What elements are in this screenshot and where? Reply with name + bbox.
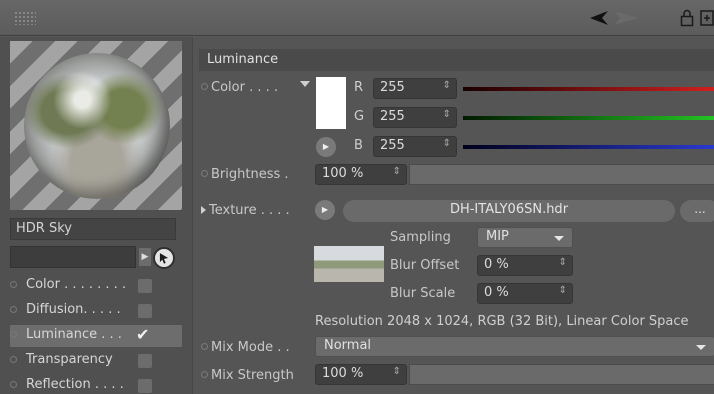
spinner-icon[interactable]: ⇕ xyxy=(559,285,567,296)
channel-color[interactable]: Color . . . . . . . . xyxy=(10,275,182,297)
brightness-label: Brightness . xyxy=(201,167,289,182)
grip-icon[interactable] xyxy=(14,11,36,25)
sampling-label: Sampling xyxy=(390,230,451,245)
material-sphere-preview xyxy=(24,53,170,199)
color-g-slider[interactable] xyxy=(463,116,714,120)
channel-dot xyxy=(10,306,17,313)
spinner-icon[interactable]: ⇕ xyxy=(443,109,451,120)
color-b-slider[interactable] xyxy=(463,145,714,149)
color-b-field[interactable]: 255 ⇕ xyxy=(373,136,457,157)
material-name-field[interactable]: HDR Sky xyxy=(10,218,176,240)
color-mode-button[interactable]: ▶ xyxy=(316,137,336,157)
blur-offset-label: Blur Offset xyxy=(390,258,460,273)
top-bar xyxy=(0,0,714,36)
channel-checkbox[interactable] xyxy=(138,379,152,393)
channel-dot xyxy=(10,356,17,363)
brightness-label-text: Brightness . xyxy=(211,167,289,182)
channel-label: Color . . . . . . . . xyxy=(26,277,127,292)
lock-icon[interactable] xyxy=(680,9,694,27)
chevron-down-icon[interactable] xyxy=(300,81,310,89)
forward-arrow-icon[interactable] xyxy=(612,9,640,27)
channel-checkbox[interactable] xyxy=(138,354,152,368)
channel-label: Transparency xyxy=(26,352,113,367)
blur-offset-field[interactable]: 0 % ⇕ xyxy=(477,255,573,276)
mix-mode-label: Mix Mode . . xyxy=(201,340,290,355)
channel-g-label: G xyxy=(354,109,365,124)
expand-arrow-icon[interactable] xyxy=(201,206,206,214)
channel-diffusion[interactable]: Diffusion. . . . . xyxy=(10,300,182,322)
channel-b-label: B xyxy=(354,138,363,153)
blur-scale-field[interactable]: 0 % ⇕ xyxy=(477,283,573,304)
channel-label: Diffusion. . . . . xyxy=(26,302,121,317)
material-field[interactable] xyxy=(10,246,136,268)
keyframe-dot[interactable] xyxy=(201,83,208,90)
keyframe-dot[interactable] xyxy=(201,170,208,177)
texture-browse-button[interactable]: ... xyxy=(680,200,714,222)
picker-icon[interactable] xyxy=(153,247,175,269)
channel-checkbox[interactable] xyxy=(138,304,152,318)
blur-offset-value: 0 % xyxy=(484,257,509,272)
channel-transparency[interactable]: Transparency xyxy=(10,350,182,372)
play-arrow-icon[interactable]: ▶ xyxy=(139,248,151,266)
color-g-field[interactable]: 255 ⇕ xyxy=(373,107,457,128)
channel-checkbox[interactable] xyxy=(138,279,152,293)
sampling-value: MIP xyxy=(486,229,509,244)
brightness-slider[interactable] xyxy=(409,164,714,185)
color-r-value: 255 xyxy=(380,80,405,95)
mix-strength-slider[interactable] xyxy=(409,364,714,385)
channel-dot xyxy=(10,331,17,338)
brightness-field[interactable]: 100 % ⇕ xyxy=(315,164,407,185)
checkmark-icon[interactable]: ✔ xyxy=(136,325,149,344)
texture-path-button[interactable]: DH-ITALY06SN.hdr xyxy=(343,200,675,222)
section-title: Luminance xyxy=(199,49,714,71)
texture-label: Texture . . . . xyxy=(201,203,290,218)
color-r-field[interactable]: 255 ⇕ xyxy=(373,78,457,99)
blur-scale-label: Blur Scale xyxy=(390,286,456,301)
mix-mode-value: Normal xyxy=(324,338,372,353)
back-arrow-icon[interactable] xyxy=(588,9,610,27)
attributes-panel: Luminance Color . . . . R G B 255 ⇕ 255 ⇕ … xyxy=(192,37,714,394)
keyframe-dot[interactable] xyxy=(201,343,208,350)
mix-mode-label-text: Mix Mode . . xyxy=(211,340,290,355)
mix-strength-value: 100 % xyxy=(322,366,364,381)
channel-dot xyxy=(10,381,17,388)
texture-menu-button[interactable]: ▶ xyxy=(315,200,335,220)
mix-strength-label-text: Mix Strength xyxy=(211,368,294,383)
keyframe-dot[interactable] xyxy=(201,371,208,378)
channel-r-label: R xyxy=(354,80,364,95)
color-swatch[interactable] xyxy=(316,77,346,129)
mix-mode-dropdown[interactable]: Normal xyxy=(315,336,714,357)
color-label: Color . . . . xyxy=(201,80,278,95)
new-window-icon[interactable] xyxy=(700,9,714,27)
mix-strength-label: Mix Strength xyxy=(201,368,294,383)
sampling-dropdown[interactable]: MIP xyxy=(477,227,573,248)
color-g-value: 255 xyxy=(380,109,405,124)
texture-label-text: Texture . . . . xyxy=(209,203,290,218)
brightness-value: 100 % xyxy=(322,166,364,181)
channel-label: Reflection . . . . xyxy=(26,377,124,392)
color-r-slider[interactable] xyxy=(463,87,714,91)
spinner-icon[interactable]: ⇕ xyxy=(393,166,401,177)
channel-reflection[interactable]: Reflection . . . . xyxy=(10,375,182,394)
material-preview[interactable] xyxy=(10,41,182,210)
color-label-text: Color . . . . xyxy=(211,80,278,95)
spinner-icon[interactable]: ⇕ xyxy=(443,80,451,91)
channel-luminance[interactable]: Luminance . . . ✔ xyxy=(10,325,182,347)
blur-scale-value: 0 % xyxy=(484,285,509,300)
channel-label: Luminance . . . xyxy=(26,327,122,342)
channel-dot xyxy=(10,281,17,288)
material-panel: HDR Sky ▶ Color . . . . . . . . Diffusio… xyxy=(0,37,192,394)
texture-thumbnail[interactable] xyxy=(314,246,384,282)
mix-strength-field[interactable]: 100 % ⇕ xyxy=(315,364,407,385)
chevron-down-icon xyxy=(696,345,706,350)
spinner-icon[interactable]: ⇕ xyxy=(443,138,451,149)
spinner-icon[interactable]: ⇕ xyxy=(393,366,401,377)
color-b-value: 255 xyxy=(380,138,405,153)
spinner-icon[interactable]: ⇕ xyxy=(559,257,567,268)
resolution-info: Resolution 2048 x 1024, RGB (32 Bit), Li… xyxy=(315,314,689,329)
chevron-down-icon xyxy=(554,236,564,241)
